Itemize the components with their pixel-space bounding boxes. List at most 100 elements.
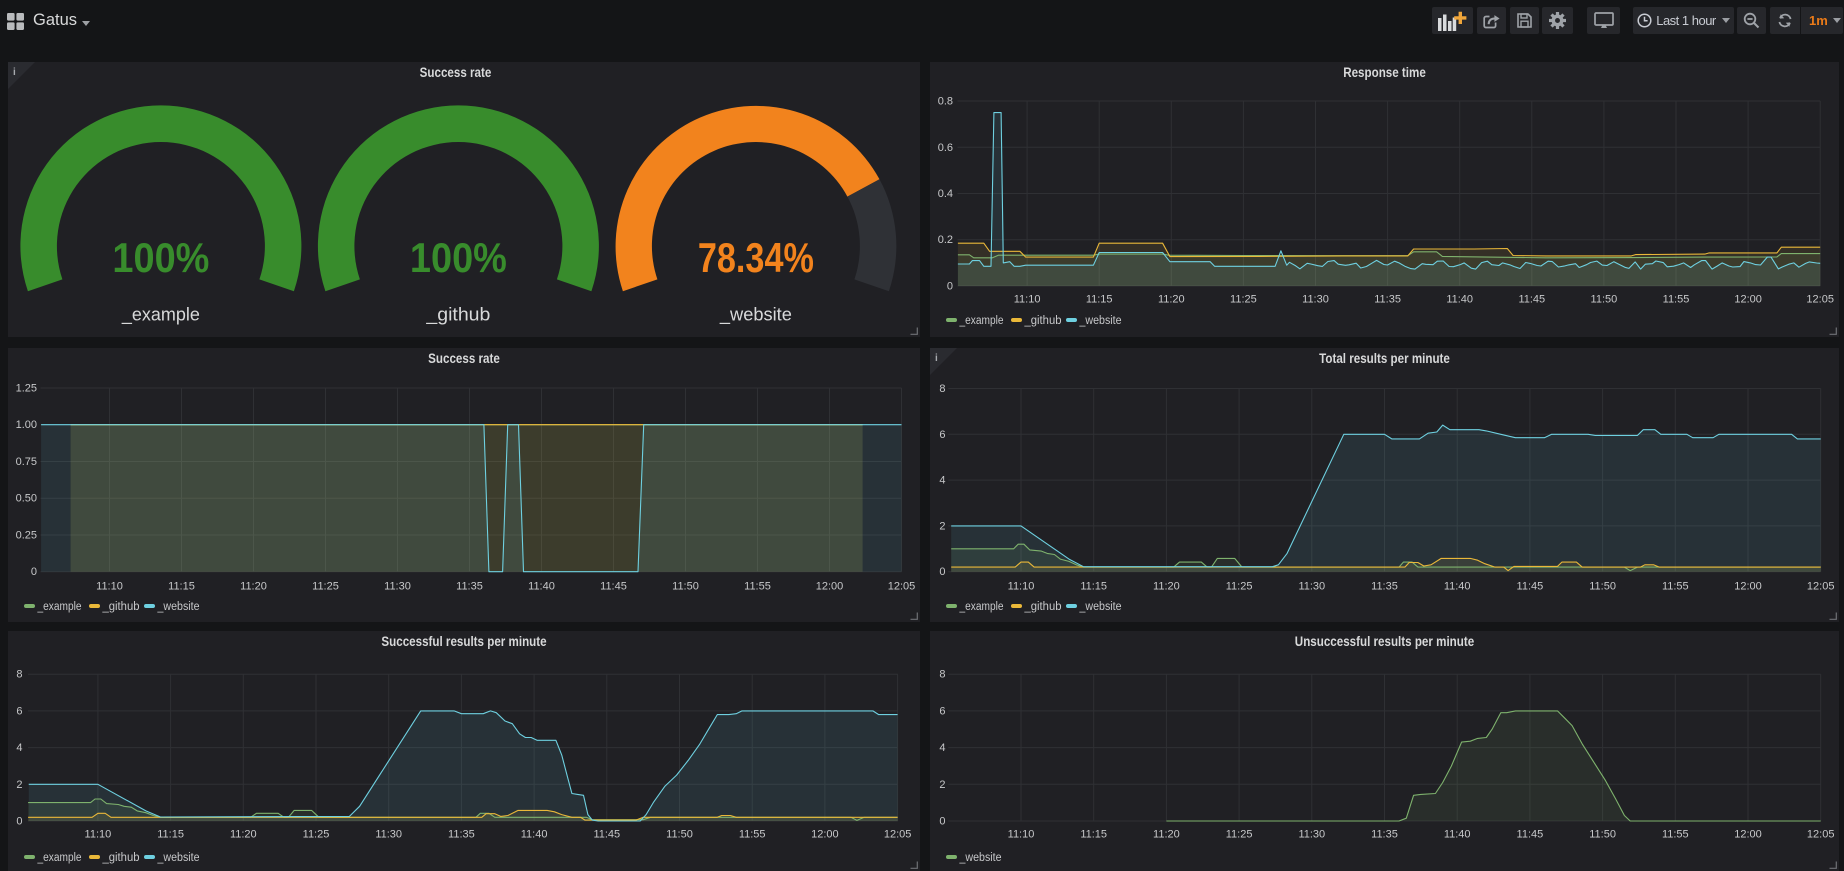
svg-text:12:05: 12:05	[1807, 829, 1835, 841]
svg-text:11:45: 11:45	[1518, 294, 1545, 306]
svg-text:11:20: 11:20	[240, 581, 267, 593]
svg-text:11:15: 11:15	[157, 829, 184, 841]
svg-text:0.25: 0.25	[16, 530, 37, 542]
svg-text:11:15: 11:15	[1080, 829, 1107, 841]
svg-text:12:00: 12:00	[816, 581, 844, 593]
svg-text:0: 0	[939, 816, 945, 828]
svg-text:_example: _example	[37, 601, 82, 613]
svg-text:11:25: 11:25	[1226, 581, 1253, 593]
svg-text:11:10: 11:10	[85, 829, 112, 841]
svg-text:11:55: 11:55	[1662, 581, 1689, 593]
svg-text:11:10: 11:10	[1008, 581, 1035, 593]
svg-text:12:00: 12:00	[1734, 829, 1762, 841]
svg-text:11:10: 11:10	[96, 581, 123, 593]
svg-text:_website: _website	[719, 305, 792, 326]
svg-text:11:45: 11:45	[1517, 829, 1544, 841]
svg-text:0.50: 0.50	[16, 493, 37, 505]
svg-text:0.75: 0.75	[16, 456, 37, 468]
svg-text:11:20: 11:20	[1153, 829, 1180, 841]
svg-text:11:45: 11:45	[593, 829, 620, 841]
svg-text:2: 2	[16, 779, 22, 791]
svg-text:_github: _github	[1024, 315, 1062, 327]
svg-text:0.2: 0.2	[938, 234, 953, 246]
svg-text:11:55: 11:55	[744, 581, 771, 593]
svg-text:11:35: 11:35	[1371, 829, 1398, 841]
svg-text:11:20: 11:20	[1158, 294, 1185, 306]
svg-text:8: 8	[16, 669, 22, 681]
svg-text:0: 0	[947, 281, 953, 293]
svg-text:11:40: 11:40	[528, 581, 555, 593]
svg-text:_website: _website	[1079, 601, 1122, 613]
svg-text:12:00: 12:00	[1734, 294, 1762, 306]
svg-text:78.34%: 78.34%	[698, 234, 814, 281]
svg-text:0: 0	[939, 566, 945, 578]
svg-text:100%: 100%	[410, 234, 507, 281]
svg-text:11:30: 11:30	[1302, 294, 1329, 306]
svg-text:4: 4	[939, 742, 945, 754]
svg-text:_github: _github	[102, 852, 140, 864]
svg-text:11:15: 11:15	[1080, 581, 1107, 593]
svg-text:_website: _website	[157, 601, 200, 613]
svg-text:_example: _example	[959, 315, 1004, 327]
svg-text:11:30: 11:30	[1298, 829, 1325, 841]
svg-text:11:40: 11:40	[1444, 829, 1471, 841]
svg-text:_github: _github	[1024, 601, 1062, 613]
svg-text:2: 2	[939, 779, 945, 791]
svg-text:_example: _example	[37, 852, 82, 864]
svg-text:i: i	[13, 67, 16, 78]
svg-text:0.8: 0.8	[938, 96, 953, 108]
svg-text:0.4: 0.4	[938, 188, 953, 200]
svg-text:0: 0	[31, 566, 37, 578]
svg-text:0.6: 0.6	[938, 142, 953, 154]
svg-text:11:50: 11:50	[672, 581, 699, 593]
svg-text:11:50: 11:50	[1589, 829, 1616, 841]
svg-text:11:15: 11:15	[1086, 294, 1113, 306]
svg-text:11:45: 11:45	[600, 581, 627, 593]
svg-text:11:20: 11:20	[230, 829, 257, 841]
svg-text:11:10: 11:10	[1014, 294, 1041, 306]
svg-text:11:40: 11:40	[1444, 581, 1471, 593]
svg-text:1.25: 1.25	[16, 383, 37, 395]
svg-text:12:05: 12:05	[1806, 294, 1834, 306]
svg-text:_github: _github	[102, 601, 140, 613]
svg-text:11:35: 11:35	[448, 829, 475, 841]
svg-text:11:30: 11:30	[1298, 581, 1325, 593]
svg-text:4: 4	[16, 742, 22, 754]
svg-text:11:35: 11:35	[1374, 294, 1401, 306]
svg-text:12:05: 12:05	[888, 581, 916, 593]
svg-text:11:40: 11:40	[1446, 294, 1473, 306]
svg-text:6: 6	[939, 705, 945, 717]
svg-text:6: 6	[16, 705, 22, 717]
svg-text:2: 2	[939, 520, 945, 532]
svg-text:_example: _example	[959, 601, 1004, 613]
svg-text:12:00: 12:00	[811, 829, 839, 841]
svg-text:_website: _website	[157, 852, 200, 864]
svg-text:4: 4	[939, 475, 945, 487]
svg-text:_website: _website	[1079, 315, 1122, 327]
svg-text:_example: _example	[121, 305, 200, 326]
svg-text:11:15: 11:15	[168, 581, 195, 593]
svg-text:0: 0	[16, 816, 22, 828]
svg-text:100%: 100%	[112, 234, 209, 281]
svg-text:11:25: 11:25	[303, 829, 330, 841]
svg-text:12:05: 12:05	[1807, 581, 1835, 593]
svg-text:11:25: 11:25	[1226, 829, 1253, 841]
svg-text:_website: _website	[959, 852, 1002, 864]
svg-text:11:10: 11:10	[1008, 829, 1035, 841]
svg-text:12:00: 12:00	[1734, 581, 1762, 593]
svg-text:11:30: 11:30	[384, 581, 411, 593]
svg-text:11:50: 11:50	[666, 829, 693, 841]
svg-text:1.00: 1.00	[16, 419, 37, 431]
svg-text:6: 6	[939, 429, 945, 441]
svg-text:11:35: 11:35	[1371, 581, 1398, 593]
svg-text:8: 8	[939, 669, 945, 681]
svg-text:12:05: 12:05	[884, 829, 912, 841]
svg-text:11:55: 11:55	[1662, 829, 1689, 841]
svg-text:8: 8	[939, 383, 945, 395]
svg-text:11:20: 11:20	[1153, 581, 1180, 593]
svg-text:11:30: 11:30	[375, 829, 402, 841]
svg-text:11:35: 11:35	[456, 581, 483, 593]
svg-text:11:55: 11:55	[1663, 294, 1690, 306]
svg-text:11:25: 11:25	[1230, 294, 1257, 306]
svg-text:11:25: 11:25	[312, 581, 339, 593]
